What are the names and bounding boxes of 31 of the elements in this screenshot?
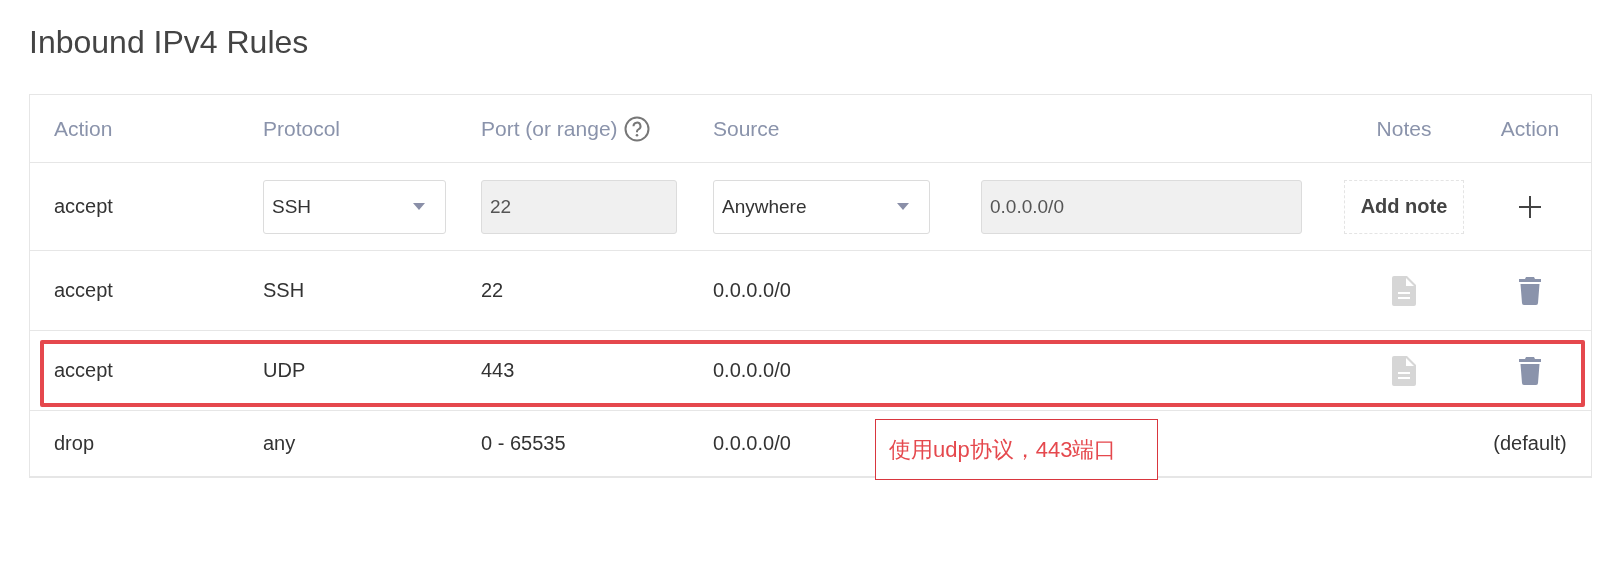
trash-icon[interactable]: [1519, 356, 1541, 385]
column-header: Notes: [1376, 116, 1432, 141]
caret-icon: [897, 203, 909, 210]
column-header: Action: [54, 116, 113, 141]
table-cell: 0.0.0.0/0: [713, 359, 791, 382]
table-cell: accept: [54, 359, 113, 382]
source-select[interactable]: Anywhere: [713, 179, 930, 234]
add-note-button[interactable]: Add note: [1344, 179, 1464, 234]
page-title: Inbound IPv4 Rules: [29, 23, 310, 62]
table-cell: 22: [481, 279, 504, 302]
table-cell: any: [263, 432, 296, 455]
trash-icon[interactable]: [1519, 276, 1541, 305]
help-icon[interactable]: [623, 115, 650, 142]
column-header: Port (or range): [481, 116, 618, 141]
table-cell: 443: [481, 359, 515, 382]
annotation-note: 使用udp协议，443端口: [875, 419, 1158, 480]
table-cell: drop: [54, 432, 95, 455]
table-cell: SSH: [263, 279, 305, 302]
column-header: Action: [1500, 116, 1560, 141]
table-cell: 0 - 65535: [481, 432, 566, 455]
table-cell: accept: [54, 195, 113, 218]
column-header: Protocol: [263, 116, 341, 141]
table-cell: (default): [1493, 432, 1567, 455]
add-icon[interactable]: [1519, 195, 1541, 218]
table-cell: UDP: [263, 359, 306, 382]
table-cell: accept: [54, 279, 113, 302]
table-cell: 0.0.0.0/0: [713, 432, 791, 455]
protocol-select[interactable]: SSH: [263, 179, 446, 234]
table-cell: 0.0.0.0/0: [713, 279, 791, 302]
caret-icon: [413, 203, 425, 210]
column-header: Source: [713, 116, 780, 141]
